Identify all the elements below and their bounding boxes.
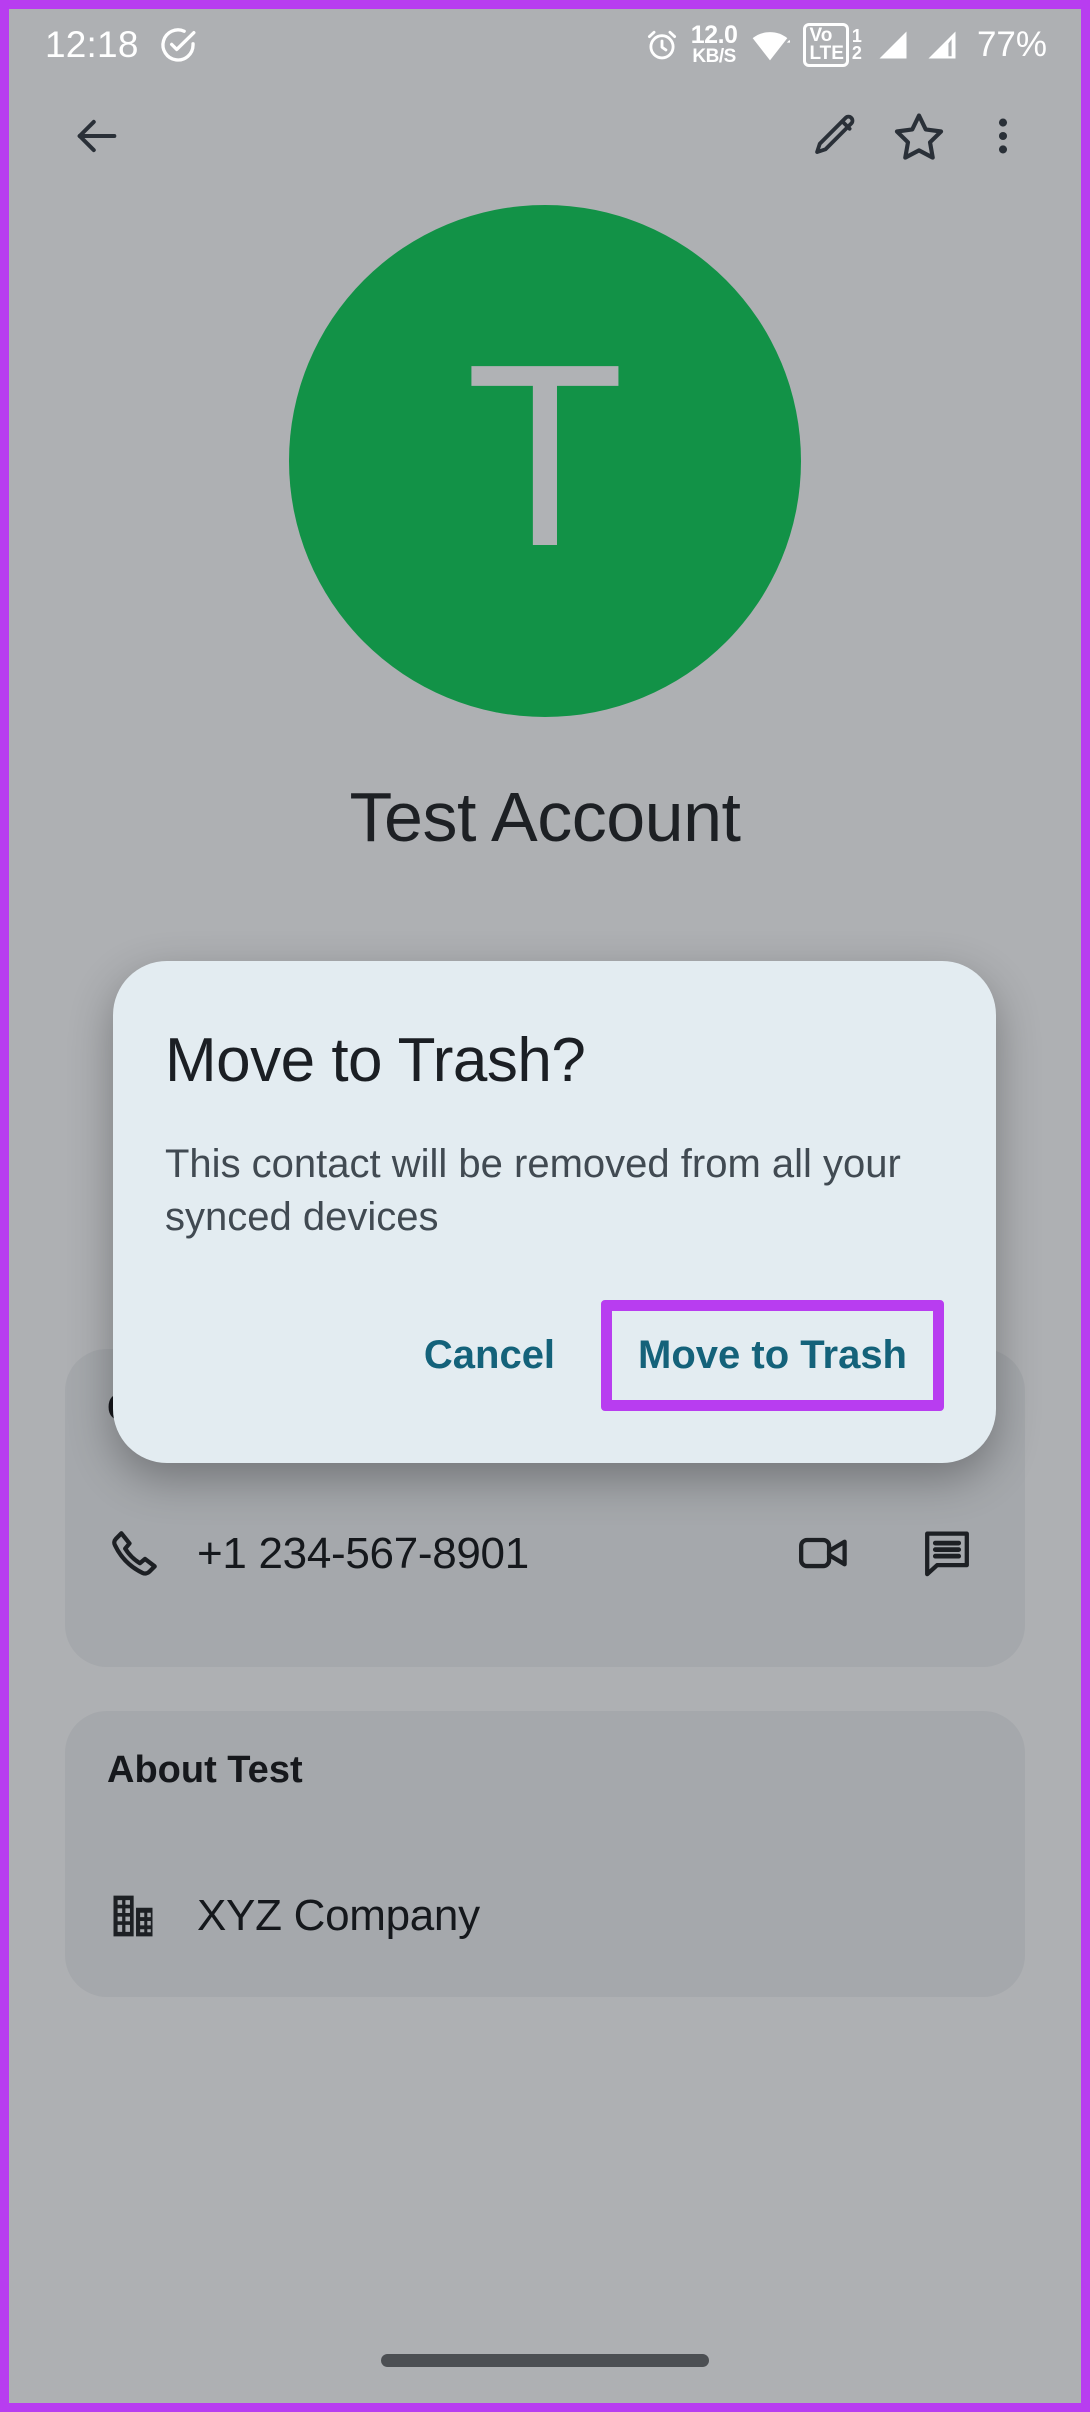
signal-bars-icon — [924, 27, 960, 63]
star-outline-icon — [892, 109, 946, 166]
status-clock: 12:18 — [45, 24, 139, 65]
arrow-left-icon — [71, 110, 123, 165]
navigation-bar — [9, 2317, 1081, 2403]
dialog-message: This contact will be removed from all yo… — [165, 1142, 901, 1239]
contact-name: Test Account — [349, 778, 741, 856]
move-to-trash-button[interactable]: Move to Trash — [612, 1311, 933, 1400]
network-speed-unit: KB/S — [692, 45, 736, 67]
message-icon — [920, 1526, 974, 1583]
more-vertical-icon — [980, 113, 1026, 162]
company-name: XYZ Company — [197, 1891, 480, 1940]
company-row[interactable]: XYZ Company — [65, 1861, 1025, 1971]
phone-screenshot-frame: 12:18 12.0 KB/S Vo LTE 1 2 77% T Test Ac… — [0, 0, 1090, 2412]
wifi-icon — [750, 25, 791, 65]
network-speed-indicator: 12.0 KB/S — [690, 21, 738, 67]
network-speed-value: 12.0 — [690, 21, 738, 50]
avatar-initial: T — [465, 311, 625, 601]
alarm-clock-icon — [644, 27, 680, 63]
check-circle-icon — [159, 26, 197, 64]
pencil-icon — [810, 111, 860, 164]
phone-icon — [107, 1527, 181, 1581]
home-gesture-bar[interactable] — [381, 2353, 709, 2367]
dialog-actions: Cancel Move to Trash — [165, 1299, 944, 1433]
video-camera-icon — [796, 1526, 850, 1583]
move-to-trash-dialog: Move to Trash? This contact will be remo… — [113, 961, 996, 1463]
contact-header: T Test Account — [9, 205, 1081, 857]
status-bar-left: 12:18 — [45, 24, 197, 66]
about-title: About Test — [107, 1749, 303, 1791]
phone-number: +1 234-567-8901 — [197, 1529, 529, 1578]
avatar[interactable]: T — [289, 205, 801, 717]
send-message-button[interactable] — [911, 1518, 983, 1590]
edit-contact-button[interactable] — [793, 95, 877, 179]
favorite-button[interactable] — [877, 95, 961, 179]
dialog-title: Move to Trash? — [165, 1026, 586, 1095]
overflow-menu-button[interactable] — [961, 95, 1045, 179]
video-call-button[interactable] — [787, 1518, 859, 1590]
about-card: About Test XYZ Company — [65, 1711, 1025, 1997]
volte-label-line2: LTE — [809, 42, 844, 64]
sim-2-label: 2 — [851, 43, 862, 63]
phone-row-actions — [787, 1518, 983, 1590]
signal-bars-icon — [875, 27, 911, 63]
status-bar-right: 12.0 KB/S Vo LTE 1 2 77% — [644, 23, 1047, 67]
phone-number-row[interactable]: +1 234-567-8901 — [65, 1499, 1025, 1609]
app-toolbar — [9, 81, 1081, 193]
volte-dual-sim-indicator: Vo LTE 1 2 — [803, 23, 862, 67]
back-button[interactable] — [55, 95, 139, 179]
battery-percentage: 77% — [976, 25, 1047, 64]
office-building-icon — [107, 1890, 181, 1942]
volte-label-line1: Vo — [809, 25, 833, 47]
cancel-button[interactable]: Cancel — [390, 1311, 589, 1400]
confirm-button-highlight: Move to Trash — [601, 1299, 944, 1411]
status-bar: 12:18 12.0 KB/S Vo LTE 1 2 77% — [9, 9, 1081, 81]
